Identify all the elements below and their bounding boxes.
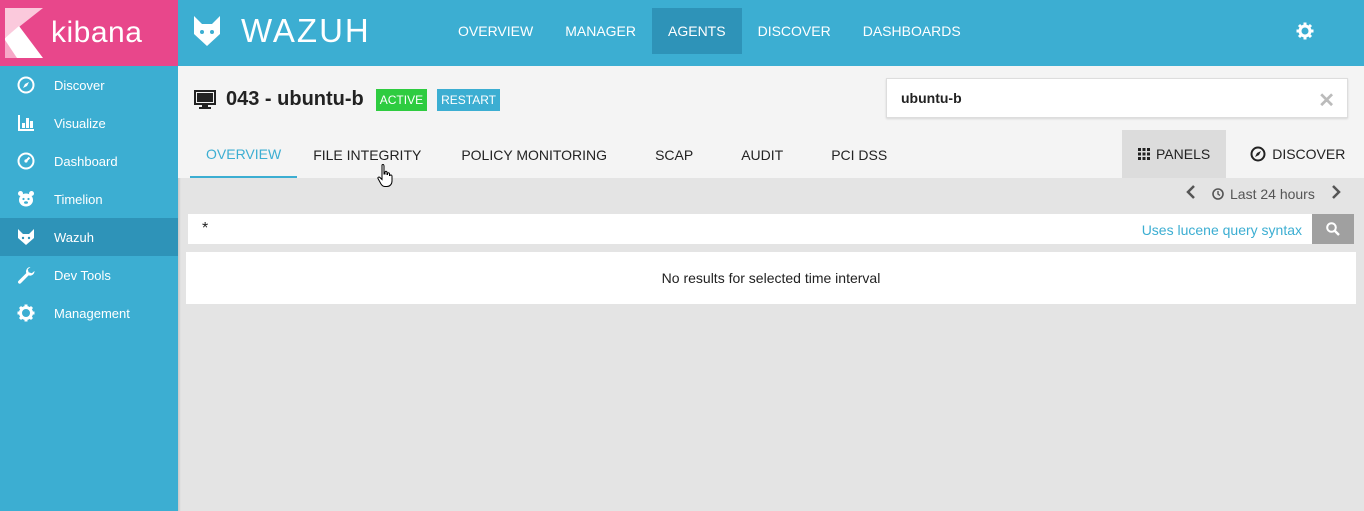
sidebar-item-label: Visualize: [54, 115, 106, 131]
sidebar-item-label: Dashboard: [54, 153, 118, 169]
agent-search-input[interactable]: ubuntu-b ✕: [886, 78, 1348, 118]
query-value: *: [202, 220, 209, 237]
grid-icon: [1138, 148, 1150, 160]
wazuh-icon: [16, 227, 36, 247]
subtab-scap[interactable]: SCAP: [631, 132, 717, 178]
gear-icon: [16, 303, 36, 323]
clear-icon[interactable]: ✕: [1318, 88, 1335, 113]
kibana-sidebar: kibana Discover Visualize Dashboard Time…: [0, 0, 178, 511]
sidebar-item-label: Dev Tools: [54, 267, 111, 283]
subtab-file-integrity[interactable]: FILE INTEGRITY: [297, 132, 437, 178]
hand-pointer-cursor-icon: [377, 164, 393, 187]
agent-subtabs: OVERVIEW FILE INTEGRITY POLICY MONITORIN…: [190, 132, 911, 178]
kibana-brand[interactable]: kibana: [0, 0, 178, 66]
search-button[interactable]: [1312, 214, 1354, 244]
restart-button[interactable]: RESTART: [437, 88, 501, 111]
wrench-icon: [16, 265, 36, 285]
status-badge: ACTIVE: [375, 88, 428, 111]
sidebar-item-visualize[interactable]: Visualize: [0, 104, 178, 142]
discover-button[interactable]: DISCOVER: [1226, 130, 1361, 178]
compass-icon: [16, 75, 36, 95]
tab-overview[interactable]: OVERVIEW: [442, 8, 549, 54]
sidebar-item-dev-tools[interactable]: Dev Tools: [0, 256, 178, 294]
chevron-left-icon[interactable]: [1186, 184, 1196, 204]
view-toggle: PANELS DISCOVER: [1122, 130, 1361, 178]
sidebar-item-dashboard[interactable]: Dashboard: [0, 142, 178, 180]
sidebar-item-label: Management: [54, 305, 130, 321]
agent-title-row: 043 - ubuntu-b ACTIVE RESTART: [194, 88, 510, 111]
query-input[interactable]: * Uses lucene query syntax: [188, 214, 1312, 244]
monitor-icon: [194, 89, 216, 109]
kibana-logo-icon: [5, 8, 43, 58]
bar-chart-icon: [16, 113, 36, 133]
settings-gear-icon[interactable]: [1296, 22, 1314, 40]
lucene-syntax-link[interactable]: Uses lucene query syntax: [1142, 222, 1302, 238]
tab-agents[interactable]: AGENTS: [652, 8, 742, 54]
chevron-right-icon[interactable]: [1331, 184, 1341, 204]
panels-label: PANELS: [1156, 146, 1211, 162]
wazuh-logo-icon[interactable]: [192, 14, 222, 48]
sidebar-item-label: Wazuh: [54, 229, 94, 245]
sidebar-item-discover[interactable]: Discover: [0, 66, 178, 104]
wazuh-top-nav: OVERVIEW MANAGER AGENTS DISCOVER DASHBOA…: [442, 8, 977, 54]
tab-manager[interactable]: MANAGER: [549, 8, 652, 54]
timelion-icon: [16, 189, 36, 209]
tab-dashboards[interactable]: DASHBOARDS: [847, 8, 977, 54]
panels-button[interactable]: PANELS: [1122, 130, 1227, 178]
results-panel: No results for selected time interval: [186, 252, 1356, 304]
compass-icon: [1250, 146, 1266, 162]
agent-header: 043 - ubuntu-b ACTIVE RESTART ubuntu-b ✕…: [178, 66, 1364, 178]
subtab-overview[interactable]: OVERVIEW: [190, 132, 298, 178]
kibana-wordmark: kibana: [51, 16, 143, 49]
wazuh-wordmark: WAZUH: [241, 12, 371, 49]
subtab-audit[interactable]: AUDIT: [717, 132, 807, 178]
agent-search-value: ubuntu-b: [901, 90, 962, 106]
discover-label: DISCOVER: [1272, 146, 1346, 162]
sidebar-item-timelion[interactable]: Timelion: [0, 180, 178, 218]
clock-icon: [1212, 188, 1224, 200]
gauge-icon: [16, 151, 36, 171]
search-icon: [1326, 222, 1340, 236]
wazuh-topbar: WAZUH OVERVIEW MANAGER AGENTS DISCOVER D…: [178, 0, 1364, 66]
subtab-policy-monitoring[interactable]: POLICY MONITORING: [437, 132, 631, 178]
no-results-message: No results for selected time interval: [661, 270, 881, 286]
time-range-label[interactable]: Last 24 hours: [1230, 186, 1315, 202]
tab-discover[interactable]: DISCOVER: [742, 8, 847, 54]
sidebar-item-wazuh[interactable]: Wazuh: [0, 218, 178, 256]
subtab-pci-dss[interactable]: PCI DSS: [807, 132, 911, 178]
time-picker: Last 24 hours: [1186, 183, 1341, 205]
sidebar-item-management[interactable]: Management: [0, 294, 178, 332]
sidebar-item-label: Timelion: [54, 191, 103, 207]
agent-title: 043 - ubuntu-b: [226, 88, 364, 110]
sidebar-item-label: Discover: [54, 77, 105, 93]
